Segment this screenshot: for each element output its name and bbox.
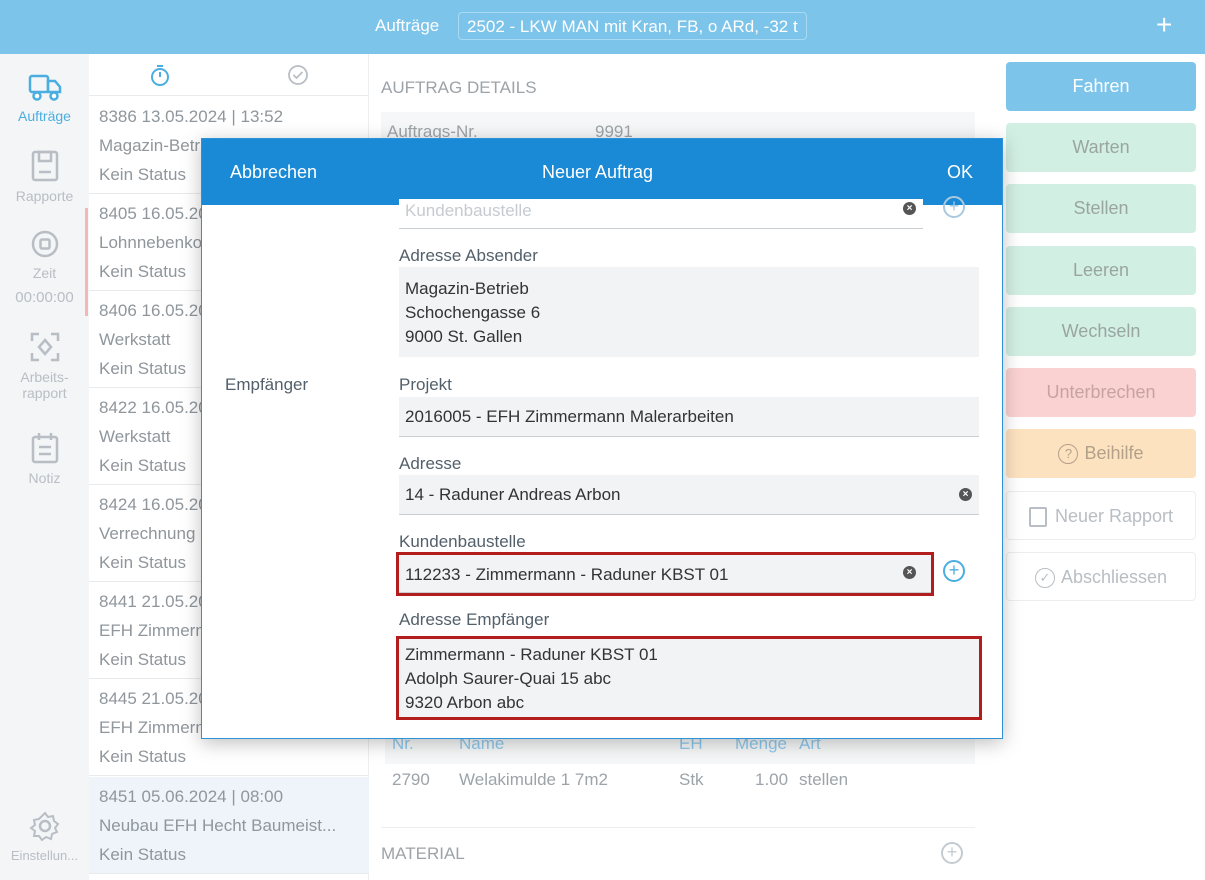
recipient-address-label: Adresse Empfänger (399, 610, 550, 629)
nav-item-time[interactable]: Zeit 00:00:00 (0, 229, 89, 306)
divider (381, 827, 975, 828)
sender-line: Magazin-Betrieb (405, 279, 529, 298)
new-report-label: Neuer Rapport (1054, 506, 1174, 526)
site-field[interactable]: 112233 - Zimmermann - Raduner KBST 01 (396, 552, 934, 596)
stop-timer-icon (31, 230, 58, 258)
add-order-button[interactable]: + (1156, 10, 1172, 40)
nav-item-work-report[interactable]: Arbeits- rapport (0, 331, 89, 401)
nav-label-work-report-1: Arbeits- (20, 369, 69, 385)
address-field[interactable]: 14 - Raduner Andreas Arbon (399, 475, 979, 515)
order-item-selected[interactable]: 8451 05.06.2024 | 08:00 Neubau EFH Hecht… (89, 777, 369, 874)
recipient-address: Zimmermann - Raduner KBST 01 Adolph Saur… (396, 636, 982, 720)
report-icon (31, 150, 58, 182)
tab-done[interactable] (287, 64, 309, 91)
nav-item-reports[interactable]: Rapporte (0, 150, 89, 204)
scan-icon (30, 332, 59, 362)
cell-art: stellen (799, 770, 849, 789)
place-button[interactable]: Stellen (1006, 184, 1196, 233)
nav-label-note: Notiz (28, 470, 61, 486)
site-label: Kundenbaustelle (399, 532, 526, 551)
material-heading: MATERIAL (381, 844, 465, 863)
clear-site-icon[interactable]: × (903, 566, 916, 579)
nav-item-note[interactable]: Notiz (0, 432, 89, 486)
clear-icon[interactable]: × (903, 202, 916, 215)
timer-value: 00:00:00 (15, 289, 74, 306)
sender-address-label: Adresse Absender (399, 246, 538, 265)
empty-button[interactable]: Leeren (1006, 246, 1196, 295)
action-panel: Fahren Warten Stellen Leeren Wechseln Un… (997, 54, 1205, 880)
section-label-recipient: Empfänger (225, 375, 309, 394)
project-label: Projekt (399, 375, 452, 394)
check-circle-icon (288, 65, 308, 85)
sender-line: Schochengasse 6 (405, 303, 541, 322)
cell-eh: Stk (679, 770, 704, 789)
notepad-icon (31, 433, 58, 464)
order-client: Neubau EFH Hecht Baumeist... (99, 816, 337, 835)
cancel-button[interactable]: Abbrechen (230, 162, 317, 183)
cell-menge: 1.00 (755, 770, 789, 789)
nav-label-reports: Rapporte (15, 188, 74, 204)
question-icon: ? (1058, 444, 1079, 465)
sender-address: Magazin-Betrieb Schochengasse 6 9000 St.… (399, 267, 979, 357)
tab-open[interactable] (149, 64, 171, 91)
nav-item-orders[interactable]: Aufträge (0, 72, 89, 124)
project-field[interactable]: 2016005 - EFH Zimmermann Malerarbeiten (399, 397, 979, 437)
complete-button[interactable]: ✓ Abschliessen (1006, 552, 1196, 601)
add-site-button[interactable]: + (943, 560, 965, 582)
clear-address-icon[interactable]: × (959, 488, 972, 501)
gear-icon (28, 811, 59, 842)
add-site-button[interactable]: + (943, 196, 965, 218)
check-circle-icon: ✓ (1034, 568, 1055, 589)
top-bar: Aufträge 2502 - LKW MAN mit Kran, FB, o … (0, 0, 1205, 54)
nav-label-work-report-2: rapport (22, 385, 67, 401)
help-label: Beihilfe (1084, 443, 1144, 463)
details-heading: AUFTRAG DETAILS (381, 78, 537, 97)
order-number-date: 8386 13.05.2024 | 13:52 (99, 107, 284, 126)
stopwatch-icon (151, 65, 169, 86)
ok-button[interactable]: OK (947, 162, 973, 183)
page-title: Aufträge (375, 16, 440, 35)
recipient-line: 9320 Arbon abc (405, 693, 525, 712)
truck-icon (28, 74, 61, 101)
cell-nr: 2790 (392, 770, 430, 789)
status-indicator (85, 208, 88, 316)
complete-label: Abschliessen (1060, 567, 1168, 587)
order-status: Kein Status (99, 845, 186, 864)
drive-button[interactable]: Fahren (1006, 62, 1196, 111)
new-report-button[interactable]: Neuer Rapport (1006, 491, 1196, 540)
nav-label-time: Zeit (32, 265, 57, 281)
nav-label-settings: Einstellun... (10, 848, 79, 863)
sender-line: 9000 St. Gallen (405, 327, 523, 346)
interrupt-button[interactable]: Unterbrechen (1006, 368, 1196, 417)
order-number-date: 8451 05.06.2024 | 08:00 (99, 787, 284, 806)
dialog-header: Abbrechen Neuer Auftrag OK (202, 139, 1002, 205)
recipient-line: Zimmermann - Raduner KBST 01 (405, 645, 658, 664)
site-field-partial[interactable]: Kundenbaustelle (399, 199, 923, 229)
cell-name: Welakimulde 1 7m2 (459, 770, 608, 789)
help-button[interactable]: ? Beihilfe (1006, 429, 1196, 478)
change-button[interactable]: Wechseln (1006, 307, 1196, 356)
vehicle-selector[interactable]: 2502 - LKW MAN mit Kran, FB, o ARd, -32 … (458, 12, 807, 40)
wait-button[interactable]: Warten (1006, 123, 1196, 172)
add-material-button[interactable]: + (941, 842, 963, 864)
nav-item-settings[interactable]: Einstellun... (0, 810, 89, 863)
dialog-title: Neuer Auftrag (542, 162, 654, 182)
new-order-dialog: Abbrechen Neuer Auftrag OK Kundenbaustel… (201, 138, 1003, 739)
recipient-line: Adolph Saurer-Quai 15 abc (405, 669, 612, 688)
order-status: Kein Status (99, 747, 186, 766)
orders-tabs (89, 54, 368, 96)
left-navigation: Aufträge Rapporte Zeit 00:00:00 Arbeits-… (0, 54, 89, 880)
address-label: Adresse (399, 454, 462, 473)
report-icon (1028, 507, 1047, 528)
nav-label-orders: Aufträge (18, 108, 71, 124)
